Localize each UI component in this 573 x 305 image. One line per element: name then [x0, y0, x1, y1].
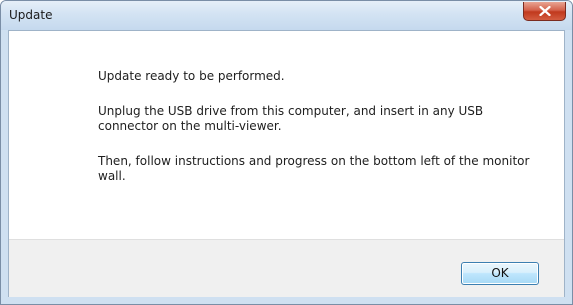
window-title: Update [9, 8, 53, 22]
close-icon [539, 6, 551, 16]
update-dialog: Update Update ready to be performed. Unp… [0, 0, 573, 305]
dialog-body: Update ready to be performed. Unplug the… [8, 30, 565, 297]
close-button[interactable] [523, 2, 566, 21]
message-follow: Then, follow instructions and progress o… [98, 154, 530, 183]
ok-button[interactable]: OK [461, 262, 539, 285]
message-area: Update ready to be performed. Unplug the… [9, 31, 564, 239]
button-bar: OK [9, 239, 564, 297]
message-unplug: Unplug the USB drive from this computer,… [98, 104, 484, 133]
title-bar[interactable]: Update [1, 1, 572, 30]
message-ready: Update ready to be performed. [98, 69, 285, 83]
